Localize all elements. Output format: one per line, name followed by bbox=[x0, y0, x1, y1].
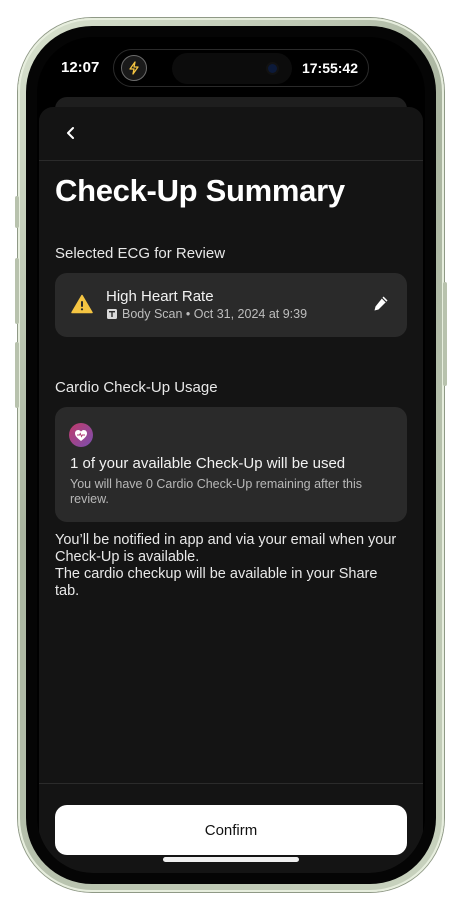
chevron-left-icon bbox=[67, 127, 74, 139]
pencil-icon[interactable] bbox=[373, 295, 389, 318]
confirm-button[interactable]: Confirm bbox=[55, 805, 407, 855]
volume-up-button bbox=[15, 258, 19, 324]
usage-card: 1 of your available Check-Up will be use… bbox=[55, 407, 407, 522]
action-button bbox=[15, 196, 19, 228]
checkup-summary-sheet: Check-Up Summary Selected ECG for Review… bbox=[39, 107, 423, 873]
screen: 12:07 17:55:42 Check-Up Summary Selected… bbox=[37, 37, 425, 873]
camera-icon bbox=[268, 64, 277, 73]
usage-title: 1 of your available Check-Up will be use… bbox=[70, 455, 346, 472]
page-title: Check-Up Summary bbox=[55, 173, 345, 208]
ecg-meta: Body Scan • Oct 31, 2024 at 9:39 bbox=[106, 307, 307, 321]
island-clock: 17:55:42 bbox=[301, 60, 358, 76]
ecg-card[interactable]: High Heart Rate Body Scan • Oct 31, 2024… bbox=[55, 273, 407, 337]
notification-note: You’ll be notified in app and via your e… bbox=[55, 532, 397, 565]
body-scan-icon bbox=[107, 309, 117, 319]
share-tab-note: The cardio checkup will be available in … bbox=[55, 566, 378, 599]
power-button bbox=[443, 282, 447, 386]
volume-down-button bbox=[15, 342, 19, 408]
bolt-icon bbox=[121, 55, 147, 81]
usage-section-label: Cardio Check-Up Usage bbox=[55, 379, 218, 396]
ecg-section-label: Selected ECG for Review bbox=[55, 245, 226, 262]
header-divider bbox=[39, 160, 423, 161]
dynamic-island: 17:55:42 bbox=[113, 49, 369, 87]
home-indicator[interactable] bbox=[163, 857, 299, 862]
usage-subtitle: You will have 0 Cardio Check-Up remainin… bbox=[70, 477, 363, 506]
footer-divider bbox=[39, 783, 423, 784]
back-button[interactable] bbox=[59, 121, 83, 145]
ecg-title: High Heart Rate bbox=[106, 288, 214, 305]
warning-icon bbox=[71, 294, 93, 319]
heart-badge-icon bbox=[69, 423, 93, 447]
ecg-meta-text: Body Scan • Oct 31, 2024 at 9:39 bbox=[122, 307, 308, 321]
status-time: 12:07 bbox=[61, 59, 100, 76]
